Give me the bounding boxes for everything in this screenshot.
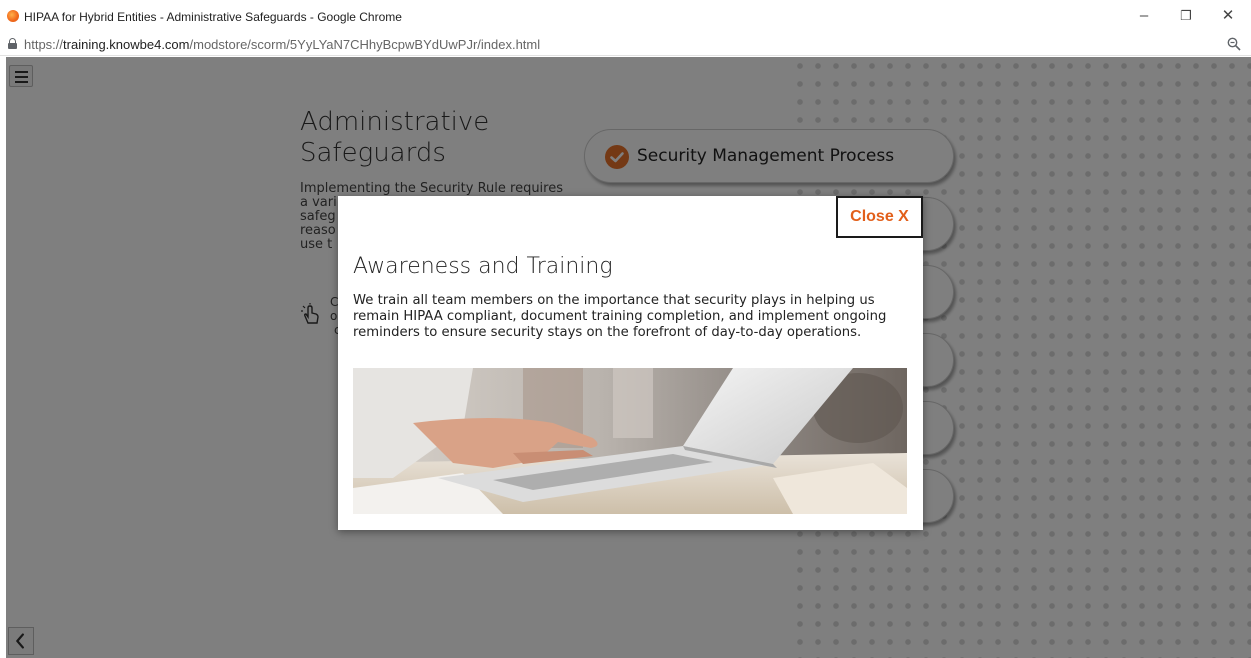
zoom-icon[interactable] bbox=[1227, 37, 1241, 51]
laptop-typing-photo bbox=[353, 368, 907, 514]
address-bar[interactable]: https://training.knowbe4.com/modstore/sc… bbox=[0, 32, 1251, 56]
close-window-button[interactable]: ✕ bbox=[1214, 6, 1242, 26]
url-path: /modstore/scorm/5YyLYaN7CHhyBcpwBYdUwPJr… bbox=[189, 37, 541, 52]
url-scheme: https:// bbox=[24, 37, 64, 52]
modal-title: Awareness and Training bbox=[353, 254, 613, 279]
lock-icon bbox=[8, 38, 17, 49]
window-title: HIPAA for Hybrid Entities - Administrati… bbox=[24, 10, 402, 24]
close-modal-button[interactable]: Close X bbox=[836, 196, 923, 238]
window-titlebar: HIPAA for Hybrid Entities - Administrati… bbox=[0, 0, 1251, 32]
favicon-icon bbox=[7, 10, 19, 22]
awareness-training-modal: Close X Awareness and Training We train … bbox=[338, 196, 923, 530]
modal-body-text: We train all team members on the importa… bbox=[353, 293, 887, 340]
restore-button[interactable]: ❐ bbox=[1172, 6, 1200, 26]
url-host: training.knowbe4.com bbox=[63, 37, 190, 52]
minimize-button[interactable]: – bbox=[1130, 6, 1158, 26]
url-text[interactable]: https://training.knowbe4.com/modstore/sc… bbox=[24, 37, 540, 52]
